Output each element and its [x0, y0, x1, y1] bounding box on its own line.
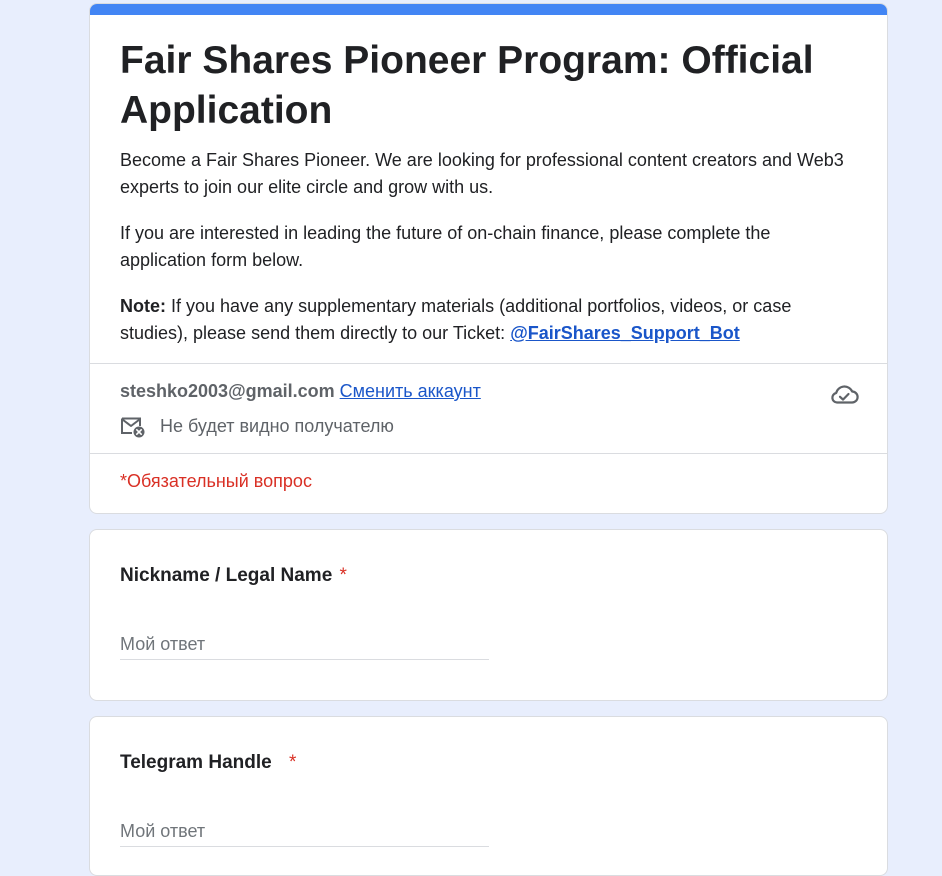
divider: [90, 453, 887, 454]
support-bot-link[interactable]: @FairShares_Support_Bot: [510, 323, 740, 343]
required-asterisk: *: [339, 565, 347, 586]
form-accent-bar: [90, 4, 887, 15]
question-title: Nickname / Legal Name *: [120, 563, 347, 589]
mail-off-icon: [121, 417, 145, 438]
divider: [90, 363, 887, 364]
question-card-name: Nickname / Legal Name *: [89, 529, 888, 701]
note-label: Note:: [120, 296, 166, 316]
form-description-instructions: If you are interested in leading the fut…: [120, 223, 771, 270]
required-asterisk: *: [288, 752, 297, 773]
cloud-check-icon[interactable]: [829, 382, 859, 406]
question-title-text: Telegram Handle: [120, 752, 272, 773]
account-email: steshko2003@gmail.com: [120, 381, 335, 401]
question-title-text: Nickname / Legal Name: [120, 565, 333, 586]
form-title: Fair Shares Pioneer Program: Official Ap…: [120, 39, 814, 132]
form-description: Become a Fair Shares Pioneer. We are loo…: [120, 150, 844, 197]
question-card-telegram: Telegram Handle *: [89, 716, 888, 876]
question-title: Telegram Handle *: [120, 750, 296, 776]
switch-account-link[interactable]: Сменить аккаунт: [340, 381, 481, 401]
required-question-note: *Обязательный вопрос: [120, 471, 312, 491]
name-answer-input[interactable]: [120, 629, 489, 660]
form-header-card: Fair Shares Pioneer Program: Official Ap…: [89, 3, 888, 514]
form-note: Note: If you have any supplementary mate…: [120, 293, 860, 347]
account-row: steshko2003@gmail.com Сменить аккаунт: [120, 380, 481, 402]
telegram-answer-input[interactable]: [120, 816, 489, 847]
privacy-notice: Не будет видно получателю: [160, 416, 394, 436]
